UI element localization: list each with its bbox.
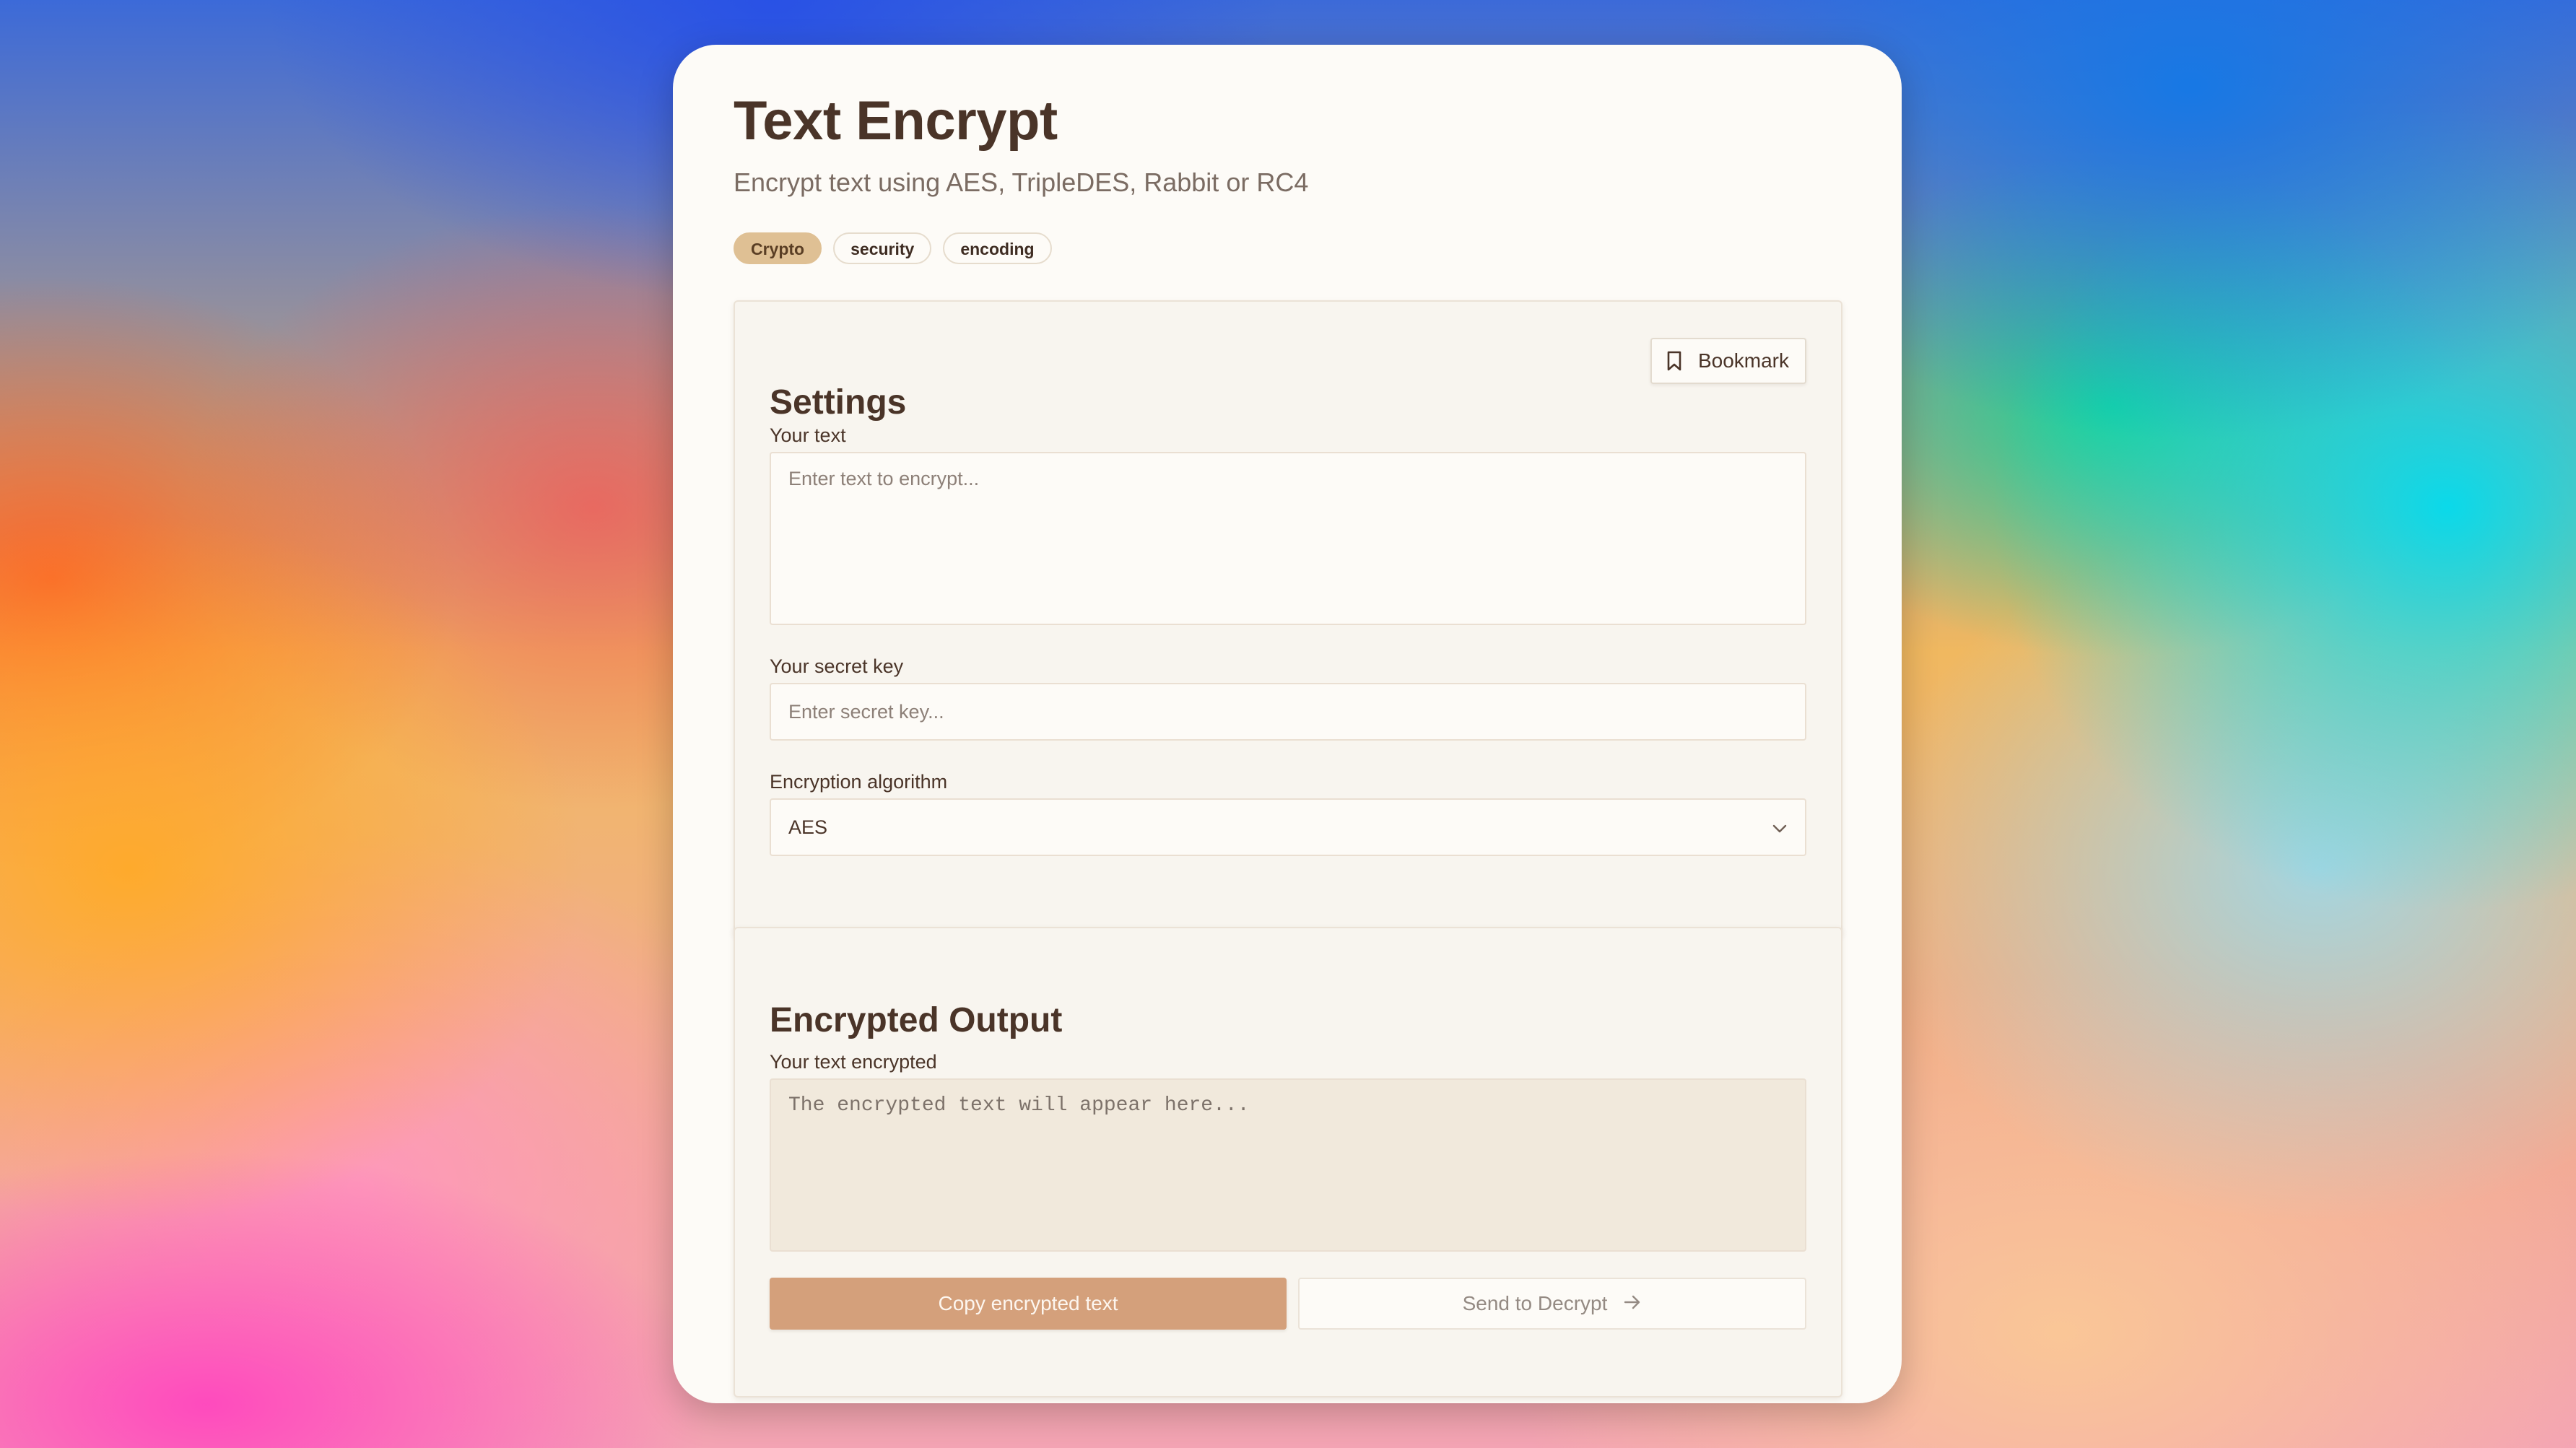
tag-crypto[interactable]: Crypto [734, 232, 822, 264]
text-input[interactable] [770, 452, 1806, 625]
bookmark-button[interactable]: Bookmark [1650, 338, 1806, 384]
page-subtitle: Encrypt text using AES, TripleDES, Rabbi… [734, 167, 1309, 197]
output-title: Encrypted Output [770, 1001, 1063, 1039]
settings-panel: Settings Bookmark Your text Your secret … [734, 300, 1842, 935]
send-to-decrypt-button[interactable]: Send to Decrypt [1298, 1278, 1806, 1330]
tag-list: Crypto security encoding [734, 232, 1052, 264]
tool-card: Text Encrypt Encrypt text using AES, Tri… [673, 45, 1902, 1403]
secret-key-input[interactable] [770, 683, 1806, 741]
bookmark-icon [1666, 351, 1682, 371]
tag-encoding[interactable]: encoding [943, 232, 1052, 264]
tag-security[interactable]: security [833, 232, 932, 264]
algorithm-selected-value: AES [788, 816, 828, 838]
encrypted-output[interactable] [770, 1078, 1806, 1252]
secret-key-label: Your secret key [770, 655, 904, 677]
bookmark-label: Bookmark [1697, 349, 1789, 372]
send-to-decrypt-label: Send to Decrypt [1462, 1292, 1608, 1314]
text-label: Your text [770, 424, 846, 446]
page-title: Text Encrypt [734, 90, 1058, 152]
copy-encrypted-button[interactable]: Copy encrypted text [770, 1278, 1287, 1330]
chevron-down-icon [1772, 816, 1788, 839]
output-label: Your text encrypted [770, 1051, 937, 1073]
algorithm-label: Encryption algorithm [770, 771, 948, 793]
output-panel: Encrypted Output Your text encrypted Cop… [734, 927, 1842, 1397]
arrow-right-icon [1623, 1292, 1642, 1315]
settings-title: Settings [770, 383, 907, 422]
algorithm-select[interactable]: AES [770, 798, 1806, 856]
